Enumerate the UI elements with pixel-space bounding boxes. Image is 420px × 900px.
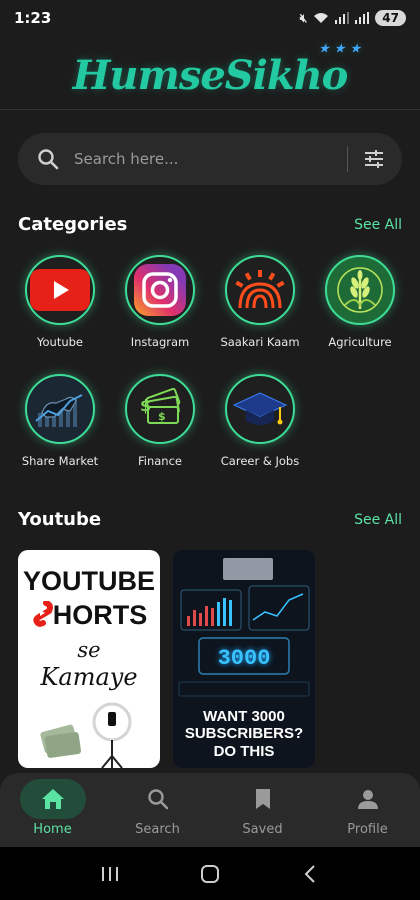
nav-label: Saved (242, 822, 283, 837)
system-navigation-bar (0, 847, 420, 900)
youtube-see-all-link[interactable]: See All (354, 512, 402, 528)
app-header: HumseSikho ★ ★ ★ (0, 42, 420, 106)
category-agriculture[interactable]: Agriculture (314, 255, 406, 349)
category-label: Saakari Kaam (220, 335, 300, 349)
card-subtitle-kamaye: Kamaye (40, 663, 138, 691)
category-label: Share Market (21, 454, 99, 468)
wheat-icon (337, 267, 383, 313)
card-title-line: YOUTUBE (22, 566, 155, 596)
categories-see-all-link[interactable]: See All (354, 217, 402, 233)
category-label: Finance (138, 454, 182, 468)
aadhaar-icon (235, 270, 285, 309)
ring-light-icon (40, 702, 132, 768)
category-circle (125, 255, 195, 325)
battery-indicator: 47 (375, 10, 406, 26)
category-circle (325, 255, 395, 325)
nav-label: Search (135, 822, 180, 837)
back-icon (304, 864, 315, 883)
header-divider (0, 109, 420, 110)
category-career-jobs[interactable]: Career & Jobs (214, 374, 306, 468)
card-caption: WANT 3000 SUBSCRIBERS? DO THIS (184, 708, 304, 760)
mute-icon: 🔇︎ (299, 10, 308, 25)
nav-label: Home (33, 822, 72, 837)
search-icon (147, 789, 168, 810)
status-time: 1:23 (14, 9, 52, 27)
signal-icon (335, 12, 350, 24)
youtube-card-list: YOUTUBE HORTS se Kamaye 3000 WANT 3000 S… (18, 550, 418, 768)
bookmark-icon (255, 789, 270, 809)
home-square-icon (201, 864, 219, 883)
home-system-button[interactable] (195, 859, 225, 889)
search-separator (347, 146, 348, 172)
youtube-section-title: Youtube (18, 509, 102, 530)
youtube-icon (30, 269, 90, 311)
category-share-market[interactable]: Share Market (14, 374, 106, 468)
category-circle (25, 374, 95, 444)
youtube-card-subscribers[interactable]: 3000 WANT 3000 SUBSCRIBERS? DO THIS (173, 550, 315, 768)
search-icon (38, 149, 59, 170)
profile-icon (357, 790, 378, 809)
categories-header: Categories See All (18, 214, 402, 235)
card-big-number: 3000 (217, 646, 271, 671)
logo-stars: ★ ★ ★ (319, 41, 362, 55)
wifi-icon (314, 13, 329, 23)
filter-icon[interactable] (362, 147, 386, 171)
svg-text:$: $ (140, 396, 151, 415)
category-youtube[interactable]: Youtube (14, 255, 106, 349)
search-input[interactable] (74, 150, 333, 168)
nav-profile[interactable]: Profile (328, 779, 408, 837)
back-button[interactable] (295, 859, 325, 889)
instagram-icon (134, 264, 186, 316)
card-title-shorts: HORTS (18, 600, 160, 631)
category-circle (25, 255, 95, 325)
categories-title: Categories (18, 214, 128, 235)
status-bar: 1:23 🔇︎ 47 (0, 0, 420, 36)
app-logo: HumseSikho ★ ★ ★ (72, 42, 361, 99)
recents-button[interactable] (95, 859, 125, 889)
nav-icon-wrap (125, 779, 191, 819)
signal-icon-2 (355, 12, 370, 24)
category-label: Agriculture (328, 335, 392, 349)
nav-label: Profile (347, 822, 388, 837)
category-saakari-kaam[interactable]: Saakari Kaam (214, 255, 306, 349)
category-circle (225, 255, 295, 325)
card-title-shorts-text: HORTS (52, 600, 148, 630)
home-icon (41, 789, 64, 809)
svg-text:$: $ (158, 410, 166, 423)
recents-icon (102, 866, 118, 881)
graduation-cap-icon (232, 392, 288, 425)
nav-home[interactable]: Home (13, 779, 93, 837)
nav-saved[interactable]: Saved (223, 779, 303, 837)
youtube-card-shorts[interactable]: YOUTUBE HORTS se Kamaye (18, 550, 160, 768)
bull-chart-icon (35, 394, 83, 427)
nav-icon-wrap (230, 779, 296, 819)
nav-icon-wrap (19, 779, 86, 819)
logo-text: HumseSikho (72, 51, 349, 99)
shorts-logo-icon (33, 600, 53, 627)
category-finance[interactable]: $ $ Finance (114, 374, 206, 468)
bottom-navigation: Home Search Saved Profile (0, 773, 420, 847)
money-icon: $ $ (140, 387, 181, 424)
status-icons: 🔇︎ 47 (300, 10, 406, 26)
nav-icon-wrap (335, 779, 401, 819)
search-bar[interactable] (18, 133, 402, 185)
youtube-section-header: Youtube See All (18, 509, 402, 530)
category-circle (225, 374, 295, 444)
category-label: Career & Jobs (220, 454, 300, 468)
card-subtitle-se: se (77, 638, 101, 662)
category-instagram[interactable]: Instagram (114, 255, 206, 349)
category-label: Instagram (130, 335, 190, 349)
nav-search[interactable]: Search (118, 779, 198, 837)
category-circle: $ $ (125, 374, 195, 444)
category-label: Youtube (37, 335, 83, 349)
